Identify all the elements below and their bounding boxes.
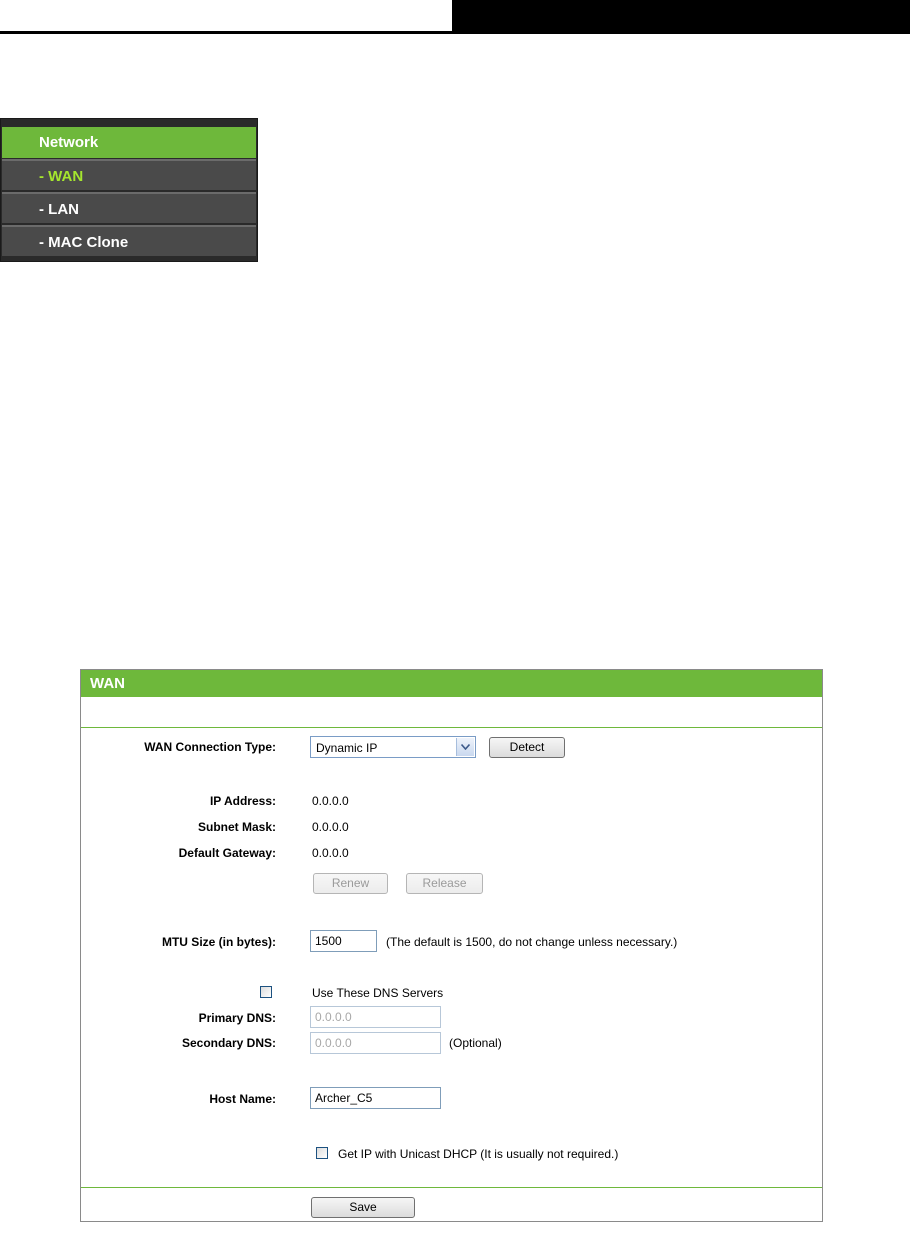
connection-type-label: WAN Connection Type: [144,740,276,754]
mtu-note: (The default is 1500, do not change unle… [386,935,678,949]
primary-dns-label: Primary DNS: [198,1011,276,1025]
renew-button[interactable]: Renew [313,873,388,894]
network-menu: Network - WAN - LAN - MAC Clone [0,118,258,262]
chevron-down-icon[interactable] [456,738,474,756]
wan-settings-panel: WAN WAN Connection Type: Dynamic IP Dete… [80,669,823,1222]
save-button[interactable]: Save [311,1197,415,1218]
panel-title: WAN [81,670,822,697]
menu-item-mac-clone[interactable]: - MAC Clone [2,225,256,256]
menu-title-network[interactable]: Network [2,127,256,158]
release-button[interactable]: Release [406,873,483,894]
primary-dns-input[interactable]: 0.0.0.0 [310,1006,441,1028]
default-gateway-value: 0.0.0.0 [312,846,349,860]
header-bar [452,0,910,34]
unicast-dhcp-checkbox[interactable] [316,1147,328,1159]
mtu-size-input[interactable]: 1500 [310,930,377,952]
menu-item-wan[interactable]: - WAN [2,159,256,190]
secondary-dns-label: Secondary DNS: [181,1036,276,1050]
host-name-label: Host Name: [209,1092,276,1106]
ip-address-label: IP Address: [209,794,276,808]
connection-type-select[interactable]: Dynamic IP [310,736,476,758]
optional-note: (Optional) [449,1036,502,1050]
default-gateway-label: Default Gateway: [178,846,276,860]
use-dns-checkbox[interactable] [260,986,272,998]
mtu-size-label: MTU Size (in bytes): [161,935,276,949]
connection-type-value: Dynamic IP [316,741,378,755]
unicast-dhcp-label: Get IP with Unicast DHCP (It is usually … [338,1147,619,1161]
divider-bottom [81,1187,822,1188]
header-rule [0,31,452,34]
secondary-dns-input[interactable]: 0.0.0.0 [310,1032,441,1054]
detect-button[interactable]: Detect [489,737,565,758]
subnet-mask-value: 0.0.0.0 [312,820,349,834]
subnet-mask-label: Subnet Mask: [197,820,276,834]
ip-address-value: 0.0.0.0 [312,794,349,808]
divider-top [81,727,822,728]
use-dns-label: Use These DNS Servers [312,986,444,1000]
menu-item-lan[interactable]: - LAN [2,192,256,223]
host-name-input[interactable]: Archer_C5 [310,1087,441,1109]
